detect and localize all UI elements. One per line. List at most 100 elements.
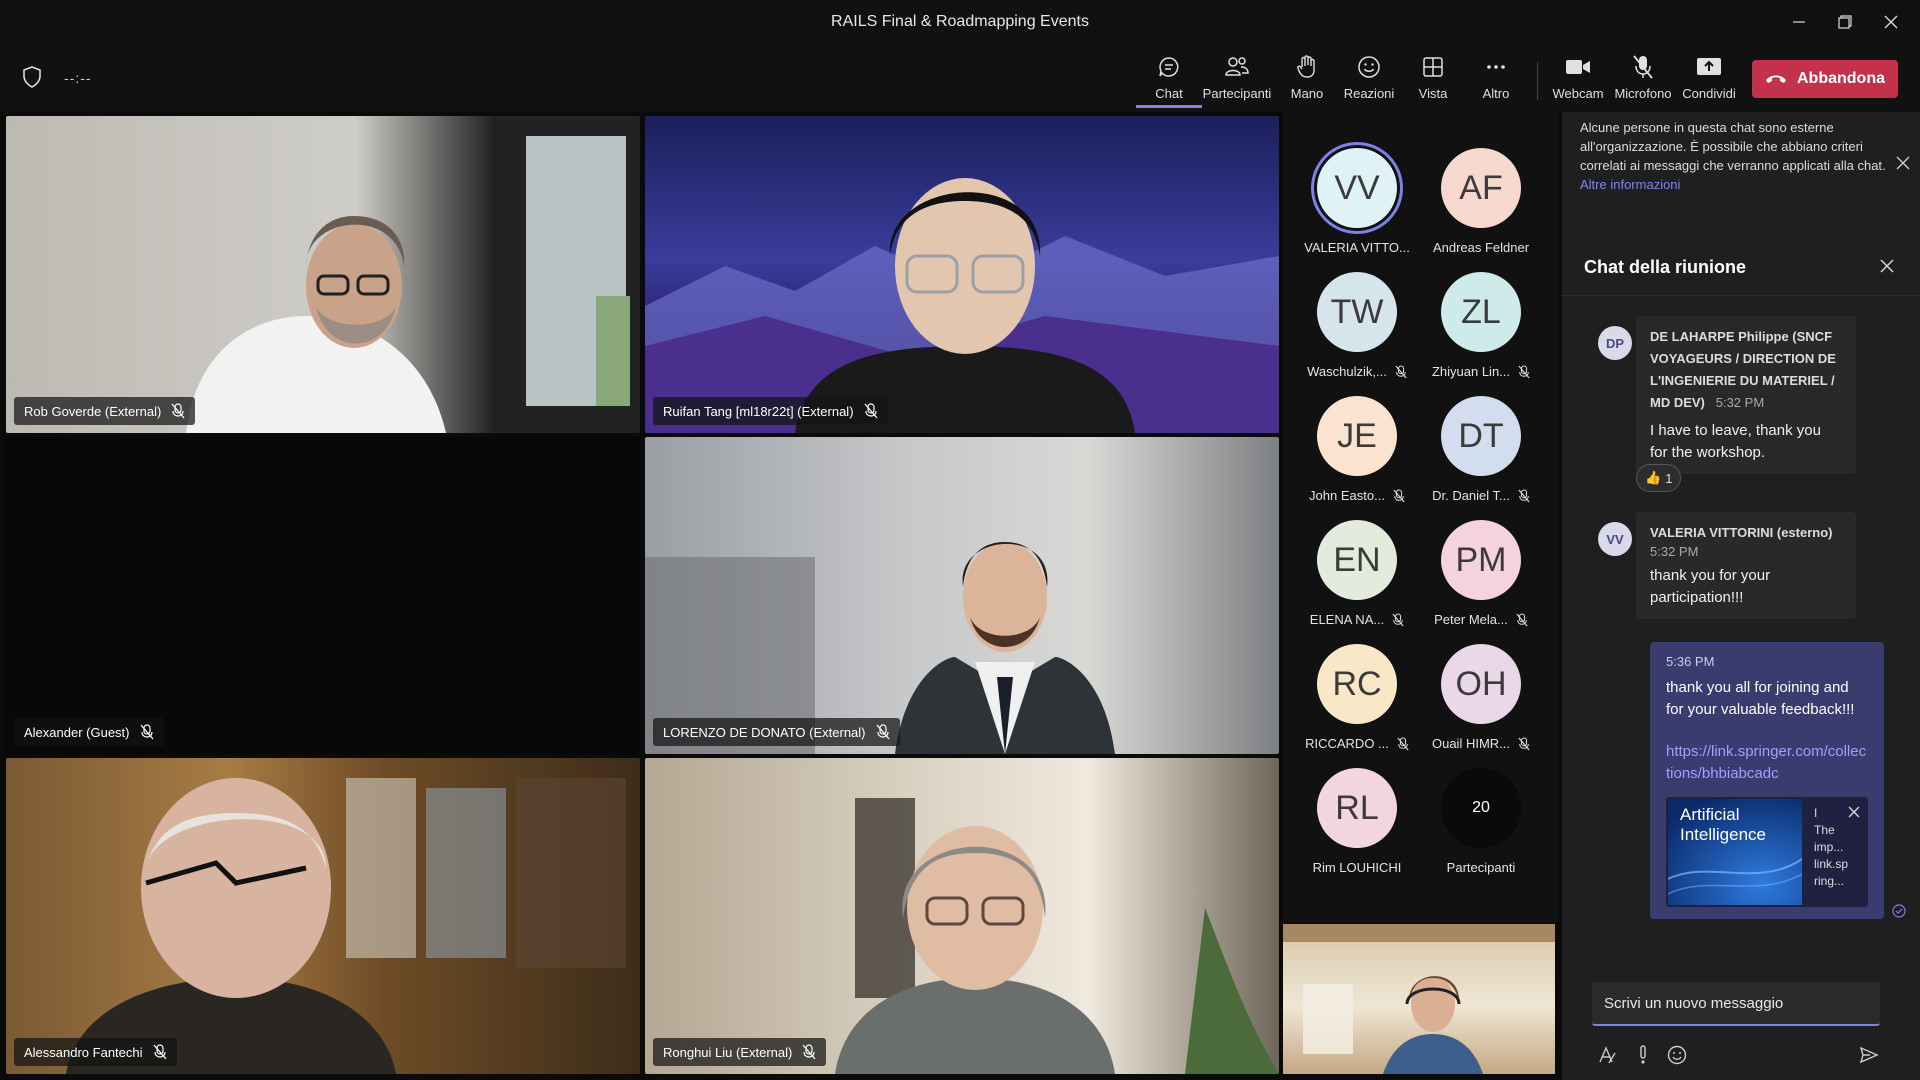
video-tile[interactable]: Alexander (Guest) — [6, 437, 640, 754]
raise-hand-label: Mano — [1290, 86, 1324, 101]
mic-off-icon — [1393, 488, 1405, 502]
roster-participant[interactable]: RL Rim LOUHICHI — [1295, 768, 1419, 888]
participant-name: Rim LOUHICHI — [1312, 860, 1402, 875]
self-video-feed — [1283, 924, 1555, 1074]
participant-name: Peter Mela... — [1434, 612, 1508, 627]
webcam-label: Webcam — [1552, 86, 1604, 101]
avatar[interactable]: VV — [1598, 522, 1632, 556]
message-author: VALERIA VITTORINI (esterno) — [1650, 525, 1833, 540]
mic-off-icon — [1630, 54, 1656, 80]
remove-preview-button[interactable] — [1848, 805, 1860, 821]
mic-off-icon — [140, 724, 153, 740]
avatar[interactable]: DP — [1598, 326, 1632, 360]
format-icon[interactable] — [1596, 1044, 1618, 1066]
restore-icon — [1838, 15, 1852, 29]
leave-button[interactable]: Abbandona — [1752, 60, 1898, 98]
more-button[interactable]: Altro — [1463, 54, 1529, 108]
roster-participant[interactable]: JE John Easto... — [1295, 396, 1419, 516]
participant-name: John Easto... — [1309, 488, 1385, 503]
participant-name: VALERIA VITTO... — [1304, 240, 1410, 255]
more-info-link[interactable]: Altre informazioni — [1580, 177, 1680, 192]
roster-name-line: Ouail HIMR... — [1432, 736, 1530, 751]
shield-icon[interactable] — [22, 66, 42, 88]
avatar: EN — [1317, 520, 1397, 600]
link-preview-image: Artificial Intelligence — [1668, 799, 1802, 905]
chat-message[interactable]: VALERIA VITTORINI (esterno) 5:32 PM than… — [1636, 512, 1856, 619]
window-controls — [1776, 0, 1914, 44]
participant-name: Partecipanti — [1446, 860, 1516, 875]
roster-participant[interactable]: VV VALERIA VITTO... — [1295, 148, 1419, 268]
chat-button[interactable]: Chat — [1136, 54, 1202, 108]
reaction-badge[interactable]: 👍 1 — [1636, 464, 1682, 492]
close-chat-button[interactable] — [1880, 256, 1894, 279]
roster-participant[interactable]: DT Dr. Daniel T... — [1419, 396, 1543, 516]
close-window-button[interactable] — [1868, 0, 1914, 44]
participant-name: Alexander (Guest) — [24, 724, 130, 740]
own-chat-message[interactable]: 5:36 PM thank you all for joining and fo… — [1650, 642, 1884, 919]
self-video[interactable] — [1283, 924, 1555, 1074]
message-link[interactable]: https://link.springer.com/collections/bh… — [1666, 741, 1868, 785]
video-tile[interactable]: LORENZO DE DONATO (External) — [645, 437, 1279, 754]
reactions-label: Reazioni — [1343, 86, 1395, 101]
close-icon — [1884, 15, 1898, 29]
emoji-icon[interactable] — [1666, 1044, 1688, 1066]
participant-name: Ronghui Liu (External) — [663, 1044, 793, 1060]
mic-off-icon — [1397, 736, 1409, 750]
raise-hand-button[interactable]: Mano — [1274, 54, 1340, 108]
webcam-button[interactable]: Webcam — [1545, 54, 1611, 108]
share-button[interactable]: Condividi — [1676, 54, 1742, 108]
avatar: VV — [1317, 148, 1397, 228]
participant-video — [66, 778, 626, 1074]
reactions-button[interactable]: Reazioni — [1336, 54, 1402, 108]
participant-name-tag: Ronghui Liu (External) — [653, 1038, 827, 1066]
chat-title: Chat della riunione — [1584, 257, 1747, 277]
view-button[interactable]: Vista — [1400, 54, 1466, 108]
roster-name-line: Partecipanti — [1447, 860, 1516, 875]
participant-name: LORENZO DE DONATO (External) — [663, 724, 866, 740]
important-icon[interactable] — [1632, 1044, 1654, 1066]
video-tile[interactable]: Ronghui Liu (External) — [645, 758, 1279, 1074]
share-label: Condividi — [1682, 86, 1736, 101]
chat-label: Chat — [1155, 86, 1183, 101]
raise-hand-icon — [1294, 54, 1320, 80]
participant-name: Zhiyuan Lin... — [1431, 364, 1511, 379]
participant-name-tag: Alessandro Fantechi — [14, 1038, 177, 1066]
roster-participant[interactable]: OH Ouail HIMR... — [1419, 644, 1543, 764]
meeting-timer: --:-- — [64, 70, 92, 86]
link-preview-card[interactable]: Artificial Intelligence I The imp... lin… — [1666, 797, 1868, 907]
roster-participant[interactable]: 20 Partecipanti — [1419, 768, 1543, 888]
share-icon — [1696, 54, 1722, 80]
microphone-button[interactable]: Microfono — [1610, 54, 1676, 108]
restore-button[interactable] — [1822, 0, 1868, 44]
avatar: ZL — [1441, 272, 1521, 352]
toolbar-divider — [1537, 62, 1538, 100]
video-tile[interactable]: Rob Goverde (External) — [6, 116, 640, 433]
external-notice: Alcune persone in questa chat sono ester… — [1580, 118, 1900, 194]
close-icon — [1896, 156, 1910, 170]
sent-check-icon — [1892, 904, 1906, 918]
video-tile[interactable]: Ruifan Tang [ml18r22t] (External) — [645, 116, 1279, 433]
chat-message[interactable]: DE LAHARPE Philippe (SNCF VOYAGEURS / DI… — [1636, 316, 1856, 474]
roster-name-line: VALERIA VITTO... — [1304, 240, 1410, 255]
avatar: PM — [1441, 520, 1521, 600]
avatar: RC — [1317, 644, 1397, 724]
more-icon — [1483, 54, 1509, 80]
minimize-button[interactable] — [1776, 0, 1822, 44]
roster-participant[interactable]: TW Waschulzik,... — [1295, 272, 1419, 392]
roster-participant[interactable]: PM Peter Mela... — [1419, 520, 1543, 640]
external-notice-text: Alcune persone in questa chat sono ester… — [1580, 120, 1886, 173]
send-icon[interactable] — [1858, 1044, 1880, 1066]
compose-message-input[interactable]: Scrivi un nuovo messaggio — [1592, 982, 1880, 1026]
participant-video — [835, 798, 1279, 1074]
camera-icon — [1565, 54, 1591, 80]
mic-off-icon — [1518, 364, 1530, 378]
dismiss-notice-button[interactable] — [1896, 154, 1910, 175]
roster-participant[interactable]: EN ELENA NA... — [1295, 520, 1419, 640]
roster-participant[interactable]: ZL Zhiyuan Lin... — [1419, 272, 1543, 392]
roster-participant[interactable]: RC RICCARDO ... — [1295, 644, 1419, 764]
avatar: AF — [1441, 148, 1521, 228]
video-tile[interactable]: Alessandro Fantechi — [6, 758, 640, 1074]
roster-participant[interactable]: AF Andreas Feldner — [1419, 148, 1543, 268]
participants-button[interactable]: Partecipanti — [1203, 54, 1271, 108]
mic-off-icon — [1518, 736, 1530, 750]
